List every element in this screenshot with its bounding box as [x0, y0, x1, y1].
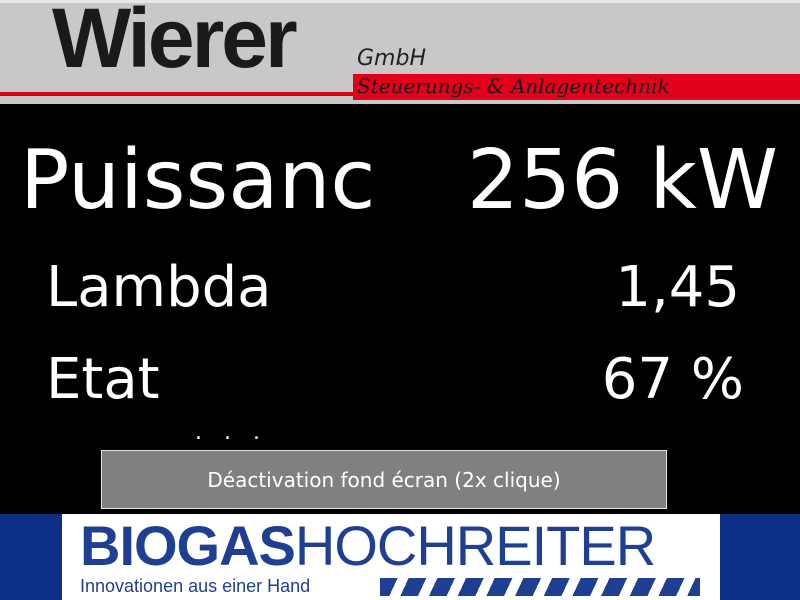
- state-value: 67 %: [601, 347, 744, 412]
- disable-screensaver-button[interactable]: Déactivation fond écran (2x clique): [101, 450, 667, 509]
- wierer-header: Wierer GmbH Steuerungs- & Anlagentechnik: [0, 0, 800, 104]
- biogas-footer: BIOGASHOCHREITER Innovationen aus einer …: [0, 514, 800, 600]
- logo-bold-text: BIOGAS: [80, 514, 296, 577]
- state-label: Etat: [46, 347, 160, 412]
- logo-thin-text: HOCHREITER: [294, 514, 656, 577]
- lambda-value: 1,45: [615, 255, 740, 320]
- power-label: Puissanc: [20, 133, 376, 228]
- partial-text-dots: ...: [195, 420, 282, 445]
- company-suffix: GmbH: [357, 46, 426, 71]
- company-tagline: Steuerungs- & Anlagentechnik: [357, 74, 670, 98]
- footer-slogan: Innovationen aus einer Hand: [80, 576, 311, 596]
- logo-stripes: [380, 578, 700, 596]
- power-value: 256 kW: [466, 133, 778, 228]
- biogas-hochreiter-logo: BIOGASHOCHREITER: [80, 518, 656, 574]
- wierer-logo: Wierer: [52, 0, 298, 85]
- lambda-label: Lambda: [46, 255, 272, 320]
